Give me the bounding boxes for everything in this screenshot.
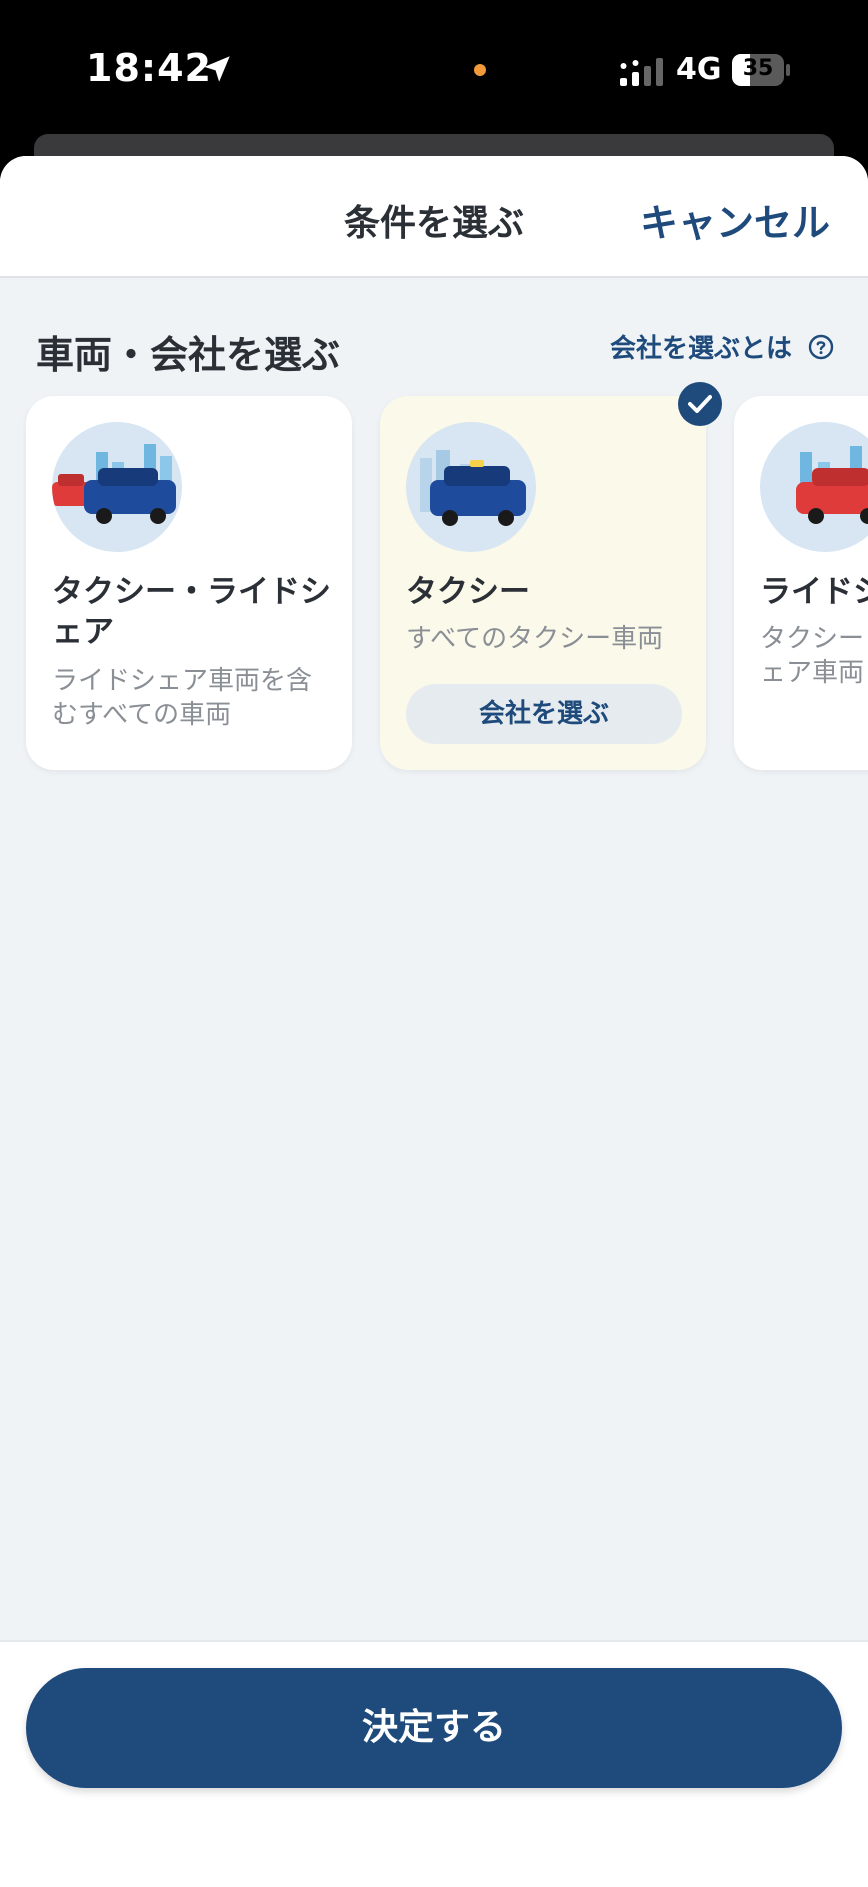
card-name: タクシー [406, 574, 530, 610]
vehicle-option-card-taxi[interactable]: タクシー すべてのタクシー車両 会社を選ぶ [380, 396, 706, 770]
condition-sheet: 条件を選ぶ キャンセル 車両・会社を選ぶ 会社を選ぶとは タクシー・ライドシェア… [0, 156, 868, 1887]
battery-indicator: 35 [732, 54, 790, 86]
card-description: ライドシェア車両を含むすべての車両 [52, 666, 313, 730]
rideshare-car-illustration [760, 422, 868, 552]
about-company-link[interactable]: 会社を選ぶとは [610, 328, 834, 365]
status-bar: 18:42 4G 35 [0, 0, 868, 140]
card-name: タクシー・ライドシェア [52, 574, 331, 650]
cancel-button[interactable]: キャンセル [640, 192, 830, 247]
recording-indicator [474, 64, 486, 76]
card-description: すべてのタクシー車両 [406, 624, 664, 654]
vehicle-option-card-taxi-rideshare[interactable]: タクシー・ライドシェア ライドシェア車両を含むすべての車両 [26, 396, 352, 770]
section-title: 車両・会社を選ぶ [36, 333, 341, 377]
confirm-button[interactable]: 決定する [26, 1668, 842, 1788]
signal-bars-icon [620, 58, 663, 86]
card-name: ライドシ [760, 574, 868, 610]
question-circle-icon [808, 334, 834, 359]
taxi-illustration [406, 422, 536, 552]
network-type: 4G [676, 52, 722, 87]
vehicle-option-card-rideshare[interactable]: ライドシ タクシー・シェア車両 [734, 396, 868, 770]
battery-percent: 35 [742, 56, 774, 81]
location-arrow-icon [204, 56, 230, 82]
taxi-and-car-illustration [52, 422, 182, 552]
status-time: 18:42 [86, 46, 212, 90]
sheet-header: 条件を選ぶ キャンセル [0, 156, 868, 278]
about-company-label: 会社を選ぶとは [609, 334, 792, 364]
select-company-button[interactable]: 会社を選ぶ [406, 684, 682, 744]
card-description: タクシー・シェア車両 [760, 624, 868, 688]
selected-check-icon [678, 382, 722, 426]
